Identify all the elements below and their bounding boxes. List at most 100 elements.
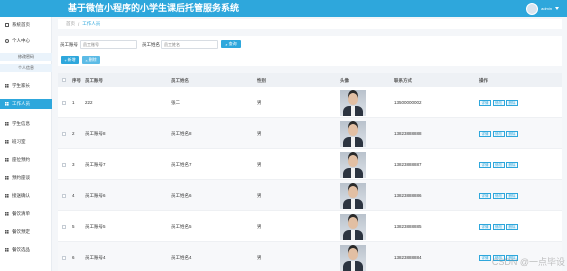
detail-button[interactable]: 详情 [479,224,491,230]
row-checkbox[interactable] [62,225,66,229]
sidebar-subitem-info[interactable]: 个人信息 [0,64,52,72]
sidebar-item-pickup[interactable]: 接送确认 [5,191,30,201]
edit-button[interactable]: 修改 [492,131,505,137]
name-input[interactable] [161,40,218,49]
row-checkbox[interactable] [62,256,66,260]
chevron-down-icon [555,7,559,10]
account-input[interactable] [80,40,137,49]
avatar-photo [340,183,366,209]
top-bar: 基于微信小程序的小学生课后托管服务系统 admin [0,0,567,17]
row-delete-button[interactable]: 删除 [506,193,518,199]
avatar-photo [340,90,366,116]
sidebar-item-label: 预约座谈 [12,175,30,180]
table-header: 序号 员工账号 员工姓名 性别 头像 联系方式 操作 [58,73,562,87]
edit-button[interactable]: 修改 [492,100,505,106]
row-checkbox[interactable] [62,101,66,105]
sidebar-item-label: 工作人员 [12,101,30,106]
grid-icon [5,212,9,216]
sidebar-item-meal-choice[interactable]: 餐饮选品 [5,245,30,255]
cell-account: 员工账号7 [85,162,106,167]
table-row: 1 222 张二 男 13500000002 详情 修改 删除 [58,87,562,118]
sidebar-item-label: 班习室 [12,139,26,144]
filter-panel: 员工账号 员工姓名 ⌕ 查询 + 新增 × 删除 [58,36,562,66]
row-delete-button[interactable]: 删除 [506,100,518,106]
search-button[interactable]: ⌕ 查询 [221,40,241,48]
column-header-phone[interactable]: 联系方式 [394,78,412,84]
edit-button[interactable]: 修改 [492,193,505,199]
breadcrumb-home[interactable]: 首页 [66,21,75,27]
table-row: 3 员工账号7 员工姓名7 男 13823888887 详情 修改 删除 [58,149,562,180]
search-button-label: 查询 [228,41,237,46]
plus-icon: + [64,57,67,63]
row-checkbox[interactable] [62,194,66,198]
cell-account: 222 [85,100,93,105]
admin-menu[interactable]: admin [526,2,559,15]
sidebar-item-home[interactable]: 系统首页 [5,20,30,30]
sidebar-item-meal-order[interactable]: 餐饮预定 [5,227,30,237]
cell-index: 4 [72,193,75,198]
detail-button[interactable]: 详情 [479,255,491,261]
admin-name: admin [541,6,552,11]
sidebar-subitem-password[interactable]: 修改密码 [0,53,52,61]
detail-button[interactable]: 详情 [479,193,491,199]
sidebar-item-classroom[interactable]: 班习室 [5,137,26,147]
cell-phone: 13823888884 [394,255,422,260]
sidebar-item-label: 座位预约 [12,157,30,162]
sidebar-item-label: 餐饮选品 [12,247,30,252]
sidebar-item-parents[interactable]: 学生家长 [5,81,30,91]
cell-account: 员工账号5 [85,224,106,229]
add-button-label: 新增 [67,57,76,62]
home-icon [5,23,9,27]
edit-button[interactable]: 修改 [492,224,505,230]
detail-button[interactable]: 详情 [479,131,491,137]
cell-index: 3 [72,162,75,167]
row-checkbox[interactable] [62,132,66,136]
delete-button-label: 删除 [88,57,97,62]
cell-name: 员工姓名8 [171,131,192,136]
sidebar-item-meal-list[interactable]: 餐饮清单 [5,209,30,219]
cell-name: 员工姓名6 [171,193,192,198]
sidebar-item-staff[interactable]: 工作人员 [0,99,52,109]
cell-name: 员工姓名4 [171,255,192,260]
column-header-name[interactable]: 员工姓名 [171,78,189,84]
delete-button[interactable]: × 删除 [82,56,100,64]
column-header-index[interactable]: 序号 [72,78,81,84]
column-header-account[interactable]: 员工账号 [85,78,103,84]
sidebar-item-students[interactable]: 学生信息 [5,119,30,129]
trash-icon: × [85,57,88,63]
sidebar-item-label: 学生家长 [12,83,30,88]
grid-icon [5,158,9,162]
add-button[interactable]: + 新增 [61,56,79,64]
grid-icon [5,230,9,234]
row-delete-button[interactable]: 删除 [506,131,518,137]
cell-index: 1 [72,100,75,105]
row-delete-button[interactable]: 删除 [506,224,518,230]
select-all-checkbox[interactable] [62,78,66,82]
row-actions: 详情 修改 删除 [479,100,518,106]
account-label: 员工账号 [60,42,78,47]
cell-phone: 13823888885 [394,224,422,229]
breadcrumb-separator: / [78,21,80,27]
detail-button[interactable]: 详情 [479,162,491,168]
cell-phone: 13500000002 [394,100,422,105]
cell-gender: 男 [257,255,262,260]
sidebar-item-seat-booking[interactable]: 座位预约 [5,155,30,165]
cell-account: 员工账号4 [85,255,106,260]
edit-button[interactable]: 修改 [492,162,505,168]
sidebar-item-label: 餐饮预定 [12,229,30,234]
detail-button[interactable]: 详情 [479,100,491,106]
cell-account: 员工账号6 [85,193,106,198]
avatar-photo [340,214,366,240]
name-label: 员工姓名 [142,42,160,47]
cell-gender: 男 [257,100,262,105]
table-row: 4 员工账号6 员工姓名6 男 13823888886 详情 修改 删除 [58,180,562,211]
search-icon: ⌕ [225,41,228,47]
sidebar-item-label: 接送确认 [12,193,30,198]
sidebar-item-profile[interactable]: 个人中心 [5,36,30,46]
avatar-photo [340,245,366,271]
row-delete-button[interactable]: 删除 [506,162,518,168]
sidebar-item-meeting[interactable]: 预约座谈 [5,173,30,183]
row-checkbox[interactable] [62,163,66,167]
cell-gender: 男 [257,162,262,167]
column-header-gender[interactable]: 性别 [257,78,266,84]
